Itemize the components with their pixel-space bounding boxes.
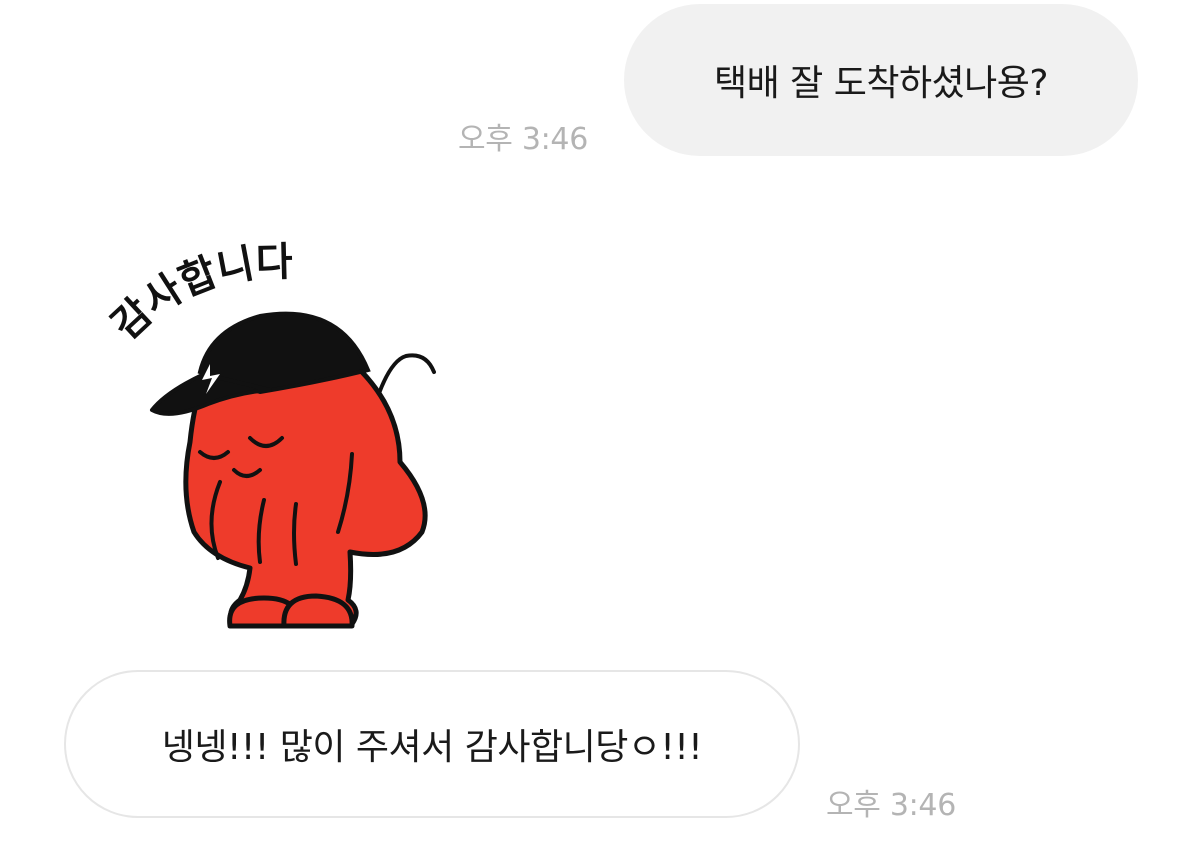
incoming-message-text: 넹넹!!! 많이 주셔서 감사합니당ㅇ!!! bbox=[161, 727, 703, 768]
chat-thread: 택배 잘 도착하셨나용? 오후 3:46 감사합니다 넹넹!!! 많이 주셔서 … bbox=[0, 0, 1200, 857]
incoming-message-timestamp: 오후 3:46 bbox=[826, 788, 957, 823]
outgoing-message-text: 택배 잘 도착하셨나용? bbox=[713, 63, 1049, 104]
incoming-message-bubble[interactable]: 넹넹!!! 많이 주셔서 감사합니당ㅇ!!! bbox=[64, 670, 800, 818]
outgoing-message-timestamp: 오후 3:46 bbox=[458, 122, 589, 157]
bowing-character-icon: 감사합니다 bbox=[103, 239, 436, 629]
outgoing-message-bubble[interactable]: 택배 잘 도착하셨나용? bbox=[624, 4, 1138, 156]
thank-you-sticker[interactable]: 감사합니다 bbox=[100, 232, 450, 642]
